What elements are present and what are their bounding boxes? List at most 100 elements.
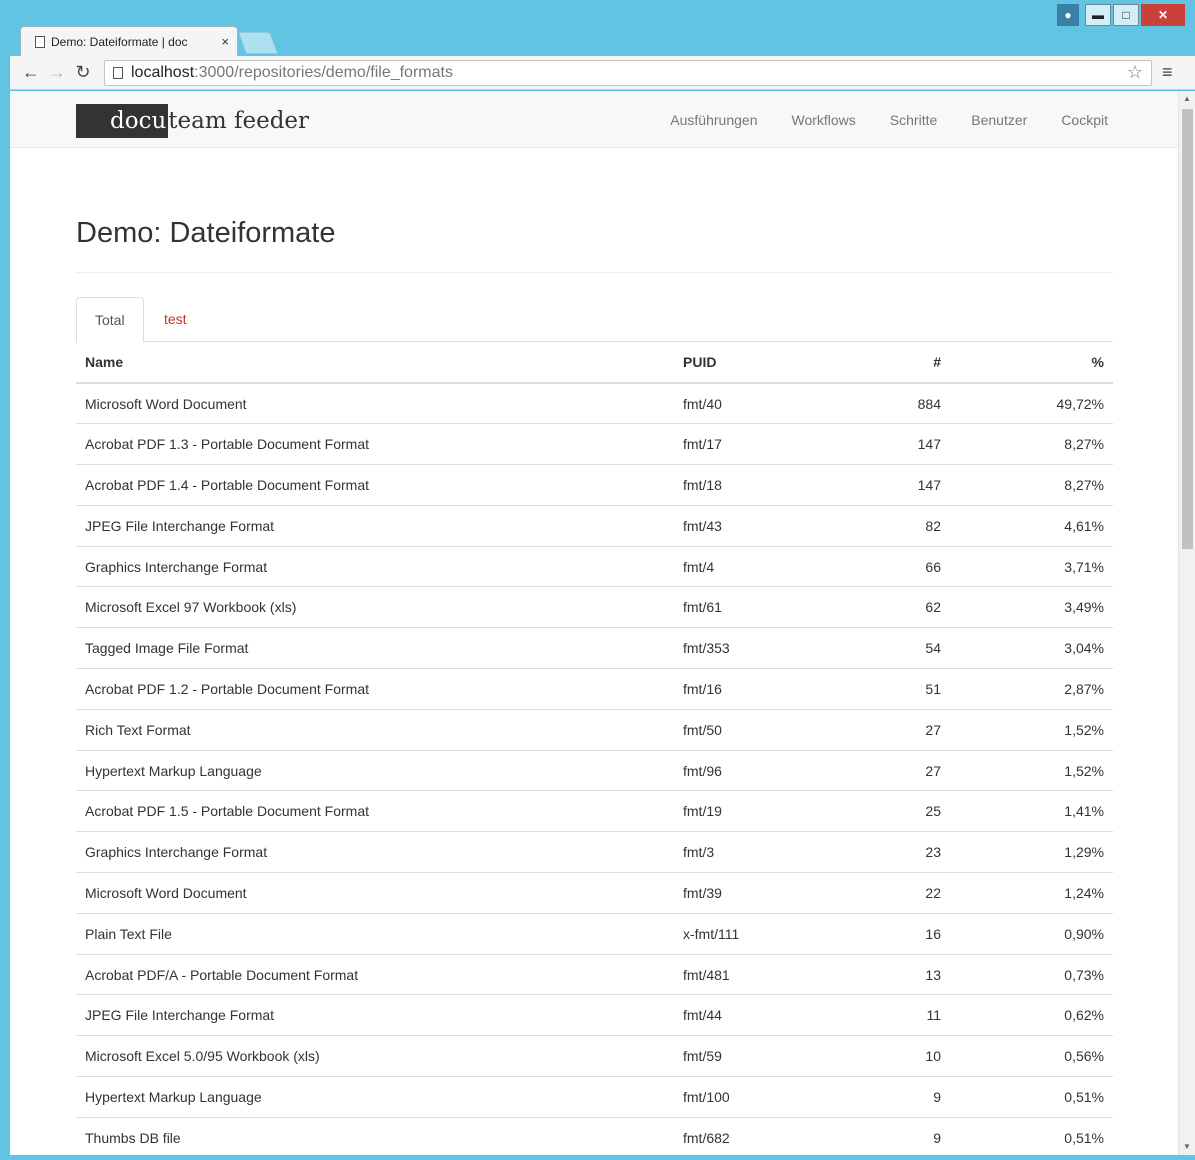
cell-percent: 3,71% (950, 545, 1113, 587)
page-viewport: docu team feeder Ausführungen Workflows … (10, 91, 1195, 1155)
cell-percent: 3,04% (950, 627, 1113, 669)
new-tab-button[interactable] (237, 32, 279, 54)
tab-test[interactable]: test (146, 297, 205, 343)
arrow-left-icon[interactable]: ← (18, 62, 44, 83)
reload-icon[interactable]: ↻ (70, 62, 96, 83)
cell-puid: fmt/96 (674, 749, 854, 791)
cell-puid: fmt/481 (674, 953, 854, 995)
cell-name: Thumbs DB file (76, 1116, 674, 1155)
cell-count: 147 (854, 423, 950, 465)
url-host: localhost (131, 63, 195, 81)
table-row: Acrobat PDF 1.3 - Portable Document Form… (76, 423, 1113, 465)
cell-puid: fmt/682 (674, 1116, 854, 1155)
cell-name: JPEG File Interchange Format (76, 994, 674, 1036)
nav-item-cockpit[interactable]: Cockpit (1061, 112, 1108, 128)
cell-count: 147 (854, 464, 950, 506)
table-row: Hypertext Markup Language fmt/96 27 1,52% (76, 749, 1113, 791)
cell-percent: 0,51% (950, 1116, 1113, 1155)
scrollbar-thumb[interactable] (1182, 109, 1193, 549)
arrow-right-icon[interactable]: → (44, 62, 70, 83)
browser-window: Demo: Dateiformate | doc × ● ▬ □ ✕ ← → ↻… (0, 0, 1195, 1160)
close-window-button[interactable]: ✕ (1141, 4, 1185, 26)
cell-percent: 1,29% (950, 831, 1113, 873)
cell-puid: fmt/18 (674, 464, 854, 506)
cell-name: Tagged Image File Format (76, 627, 674, 669)
cell-puid: fmt/50 (674, 708, 854, 751)
cell-percent: 1,24% (950, 872, 1113, 914)
table-header-row: Name PUID # % (76, 342, 1113, 384)
tab-total[interactable]: Total (76, 297, 144, 343)
cell-percent: 0,90% (950, 912, 1113, 955)
cell-puid: fmt/4 (674, 545, 854, 587)
page-title: Demo: Dateiformate (76, 217, 336, 249)
cell-percent: 0,51% (950, 1076, 1113, 1118)
cell-name: Graphics Interchange Format (76, 831, 674, 873)
cell-percent: 1,52% (950, 708, 1113, 751)
cell-name: Rich Text Format (76, 708, 674, 751)
browser-toolbar: ← → ↻ localhost :3000/repositories/demo/… (10, 56, 1195, 90)
star-icon[interactable]: ☆ (1127, 62, 1143, 83)
hamburger-menu-icon[interactable]: ≡ (1162, 62, 1173, 83)
cell-count: 66 (854, 545, 950, 587)
table-row: Tagged Image File Format fmt/353 54 3,04% (76, 627, 1113, 669)
close-tab-icon[interactable]: × (221, 34, 229, 49)
scroll-up-icon[interactable]: ▲ (1183, 94, 1191, 103)
table-row: Acrobat PDF 1.2 - Portable Document Form… (76, 668, 1113, 710)
cell-count: 22 (854, 872, 950, 914)
column-header-count: # (854, 342, 950, 384)
cell-percent: 1,52% (950, 749, 1113, 791)
table-row: JPEG File Interchange Format fmt/44 11 0,62… (76, 994, 1113, 1036)
scroll-down-icon[interactable]: ▼ (1183, 1142, 1191, 1151)
nav-item-schritte[interactable]: Schritte (890, 112, 937, 128)
cell-count: 11 (854, 994, 950, 1036)
minimize-button[interactable]: ▬ (1085, 4, 1111, 26)
app-navbar: docu team feeder Ausführungen Workflows … (10, 91, 1178, 148)
cell-count: 27 (854, 708, 950, 751)
main-nav: Ausführungen Workflows Schritte Benutzer… (670, 91, 1108, 148)
cell-percent: 4,61% (950, 504, 1113, 547)
cell-name: Graphics Interchange Format (76, 545, 674, 587)
cell-count: 9 (854, 1076, 950, 1118)
cell-count: 82 (854, 504, 950, 547)
cell-name: Acrobat PDF 1.4 - Portable Document Form… (76, 464, 674, 506)
cell-name: Hypertext Markup Language (76, 1076, 674, 1118)
cell-puid: fmt/16 (674, 668, 854, 710)
maximize-button[interactable]: □ (1113, 4, 1139, 26)
cell-name: Hypertext Markup Language (76, 749, 674, 791)
document-icon (35, 35, 45, 48)
tab-strip: Demo: Dateiformate | doc × ● ▬ □ ✕ (0, 0, 1195, 56)
column-header-name: Name (76, 342, 674, 384)
cell-count: 25 (854, 790, 950, 832)
brand-logo-text: team feeder (168, 108, 310, 134)
cell-count: 62 (854, 586, 950, 628)
cell-puid: fmt/353 (674, 627, 854, 669)
nav-item-workflows[interactable]: Workflows (791, 112, 855, 128)
window-controls: ● ▬ □ ✕ (1057, 4, 1185, 26)
cell-count: 9 (854, 1116, 950, 1155)
cell-count: 23 (854, 831, 950, 873)
user-profile-icon[interactable]: ● (1057, 4, 1079, 26)
cell-puid: fmt/44 (674, 994, 854, 1036)
table-row: Hypertext Markup Language fmt/100 9 0,51% (76, 1076, 1113, 1118)
cell-percent: 49,72% (950, 382, 1113, 424)
cell-puid: fmt/100 (674, 1076, 854, 1118)
cell-name: Acrobat PDF 1.5 - Portable Document Form… (76, 790, 674, 832)
table-row: Graphics Interchange Format fmt/4 66 3,71% (76, 545, 1113, 587)
address-bar[interactable]: localhost :3000/repositories/demo/file_f… (104, 59, 1152, 86)
nav-item-ausfuehrungen[interactable]: Ausführungen (670, 112, 757, 128)
table-body: Microsoft Word Document fmt/40 884 49,72% Ac… (76, 382, 1113, 1155)
cell-name: Acrobat PDF 1.2 - Portable Document Form… (76, 668, 674, 710)
nav-item-benutzer[interactable]: Benutzer (971, 112, 1027, 128)
page-info-icon[interactable] (113, 66, 123, 79)
table-row: Plain Text File x-fmt/111 16 0,90% (76, 912, 1113, 955)
brand-logo[interactable]: docu team feeder (76, 104, 309, 138)
title-divider (76, 272, 1113, 273)
table-row: Microsoft Word Document fmt/40 884 49,72% (76, 382, 1113, 424)
browser-tab-active[interactable]: Demo: Dateiformate | doc × (20, 26, 238, 56)
cell-name: Microsoft Word Document (76, 872, 674, 914)
cell-puid: fmt/3 (674, 831, 854, 873)
vertical-scrollbar[interactable]: ▲ ▼ (1178, 91, 1195, 1155)
cell-name: Acrobat PDF 1.3 - Portable Document Form… (76, 423, 674, 465)
cell-count: 27 (854, 749, 950, 791)
table-row: Microsoft Word Document fmt/39 22 1,24% (76, 872, 1113, 914)
